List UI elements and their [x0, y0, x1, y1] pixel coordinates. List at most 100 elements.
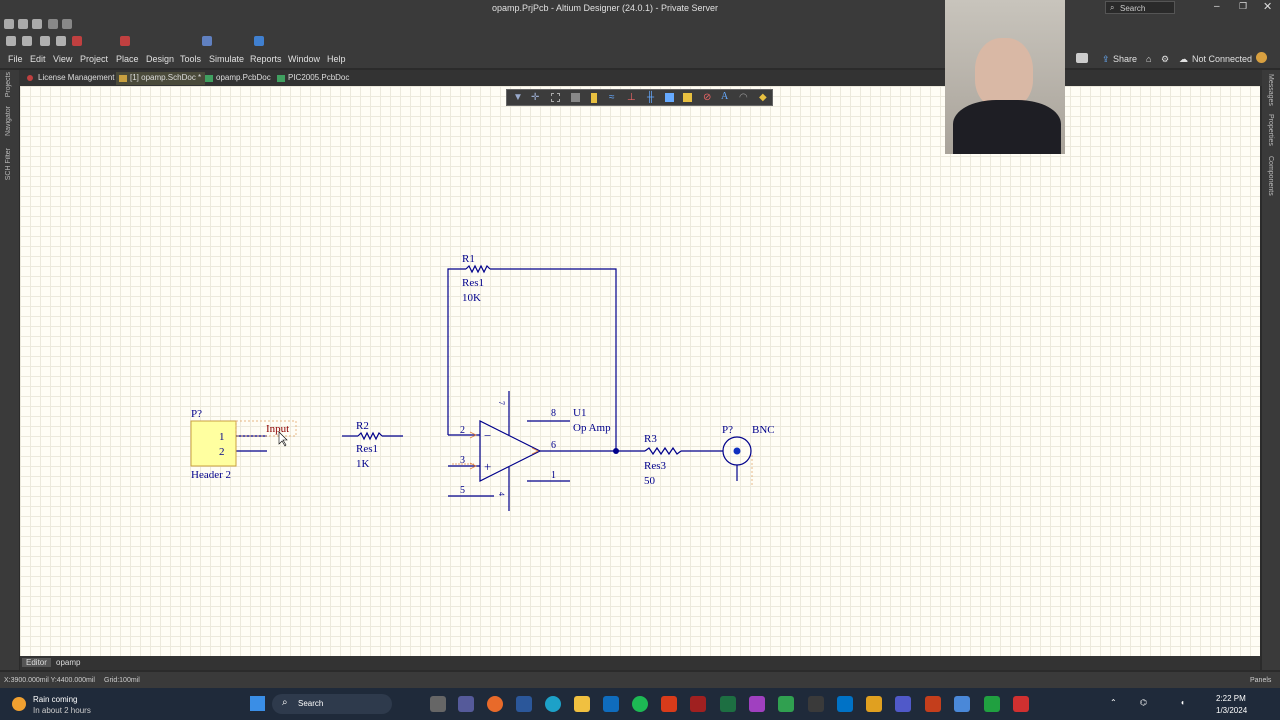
global-search-box[interactable]: ⌕ Search [1105, 1, 1175, 14]
settings-gear-icon[interactable]: ⚙ [1161, 54, 1169, 65]
speaker-icon[interactable]: ◖ [1180, 698, 1185, 707]
taskbar-search-box[interactable]: ⌕ Search [272, 694, 392, 714]
move-icon[interactable]: ✛ [531, 92, 539, 103]
header-comment[interactable]: Header 2 [191, 469, 231, 481]
teams-icon[interactable] [895, 696, 911, 712]
app-red2-icon[interactable] [1013, 696, 1029, 712]
bnc-designator[interactable]: P? [722, 424, 733, 436]
r3-comment[interactable]: Res3 [644, 460, 667, 472]
print-icon[interactable] [40, 36, 50, 46]
edge-icon[interactable] [545, 696, 561, 712]
cross-probe-icon[interactable] [72, 36, 82, 46]
panel-tab-messages[interactable]: Messages [1267, 74, 1274, 106]
bus-icon[interactable]: ╫ [647, 92, 654, 103]
panels-button[interactable]: Panels [1250, 677, 1271, 684]
pdf-icon[interactable] [661, 696, 677, 712]
harness-icon[interactable]: ◆ [759, 92, 767, 103]
connection-status[interactable]: Not Connected [1192, 54, 1252, 64]
wire-icon[interactable]: ≈ [609, 92, 615, 103]
sheet-symbol-icon[interactable] [665, 93, 674, 102]
open-doc-icon[interactable] [6, 36, 16, 46]
tab-pic2005-pcbdoc[interactable]: PIC2005.PcbDoc [274, 72, 353, 85]
filter-icon[interactable] [202, 36, 212, 46]
file-explorer-icon[interactable] [574, 696, 590, 712]
arc-icon[interactable]: ◠ [739, 92, 748, 103]
u1-designator[interactable]: U1 [573, 407, 586, 419]
tab-license-management[interactable]: License Management [24, 72, 119, 85]
header-designator[interactable]: P? [191, 408, 202, 420]
task-view-icon[interactable] [430, 696, 446, 712]
r2-designator[interactable]: R2 [356, 420, 369, 432]
r3-value[interactable]: 50 [644, 475, 656, 487]
redo-icon[interactable] [62, 19, 72, 29]
save-doc-icon[interactable] [22, 36, 32, 46]
menu-window[interactable]: Window [288, 54, 320, 64]
menu-edit[interactable]: Edit [30, 54, 46, 64]
close-button[interactable]: ✕ [1263, 0, 1272, 13]
mail-icon[interactable] [603, 696, 619, 712]
menu-reports[interactable]: Reports [250, 54, 282, 64]
outlook-icon[interactable] [837, 696, 853, 712]
tray-chevron-icon[interactable]: ⌃ [1110, 698, 1117, 707]
app-blue-icon[interactable] [954, 696, 970, 712]
minimize-button[interactable]: – [1214, 1, 1220, 12]
app-icon[interactable] [458, 696, 474, 712]
power-port-icon[interactable]: ⊥ [627, 92, 636, 103]
maximize-button[interactable]: ❐ [1239, 1, 1247, 12]
weather-title[interactable]: Rain coming [33, 695, 77, 704]
menu-help[interactable]: Help [327, 54, 346, 64]
align-icon[interactable] [571, 93, 580, 102]
spotify-icon[interactable] [632, 696, 648, 712]
port-icon[interactable] [683, 93, 692, 102]
menu-design[interactable]: Design [146, 54, 174, 64]
compile-icon[interactable] [254, 36, 264, 46]
undo-icon[interactable] [48, 19, 58, 29]
tab-opamp-pcbdoc[interactable]: opamp.PcbDoc [202, 72, 275, 85]
r1-designator[interactable]: R1 [462, 253, 475, 265]
firefox-icon[interactable] [487, 696, 503, 712]
menu-place[interactable]: Place [116, 54, 139, 64]
r2-comment[interactable]: Res1 [356, 443, 378, 455]
app-red-icon[interactable] [690, 696, 706, 712]
open-icon[interactable] [18, 19, 28, 29]
menu-file[interactable]: File [8, 54, 23, 64]
r1-comment[interactable]: Res1 [462, 277, 484, 289]
start-windows-icon[interactable] [250, 696, 265, 711]
panel-tab-components[interactable]: Components [1267, 156, 1274, 196]
app-green2-icon[interactable] [984, 696, 1000, 712]
panel-tab-navigator[interactable]: Navigator [5, 106, 12, 136]
no-erc-icon[interactable]: ⊘ [703, 92, 711, 103]
user-avatar[interactable] [1256, 52, 1267, 63]
zoom-icon[interactable] [56, 36, 66, 46]
r1-value[interactable]: 10K [462, 292, 481, 304]
menu-project[interactable]: Project [80, 54, 108, 64]
net-label-input[interactable]: Input [266, 423, 289, 435]
u1-comment[interactable]: Op Amp [573, 422, 611, 434]
network-icon[interactable]: ⌬ [1140, 698, 1147, 707]
save-icon[interactable] [32, 19, 42, 29]
select-icon[interactable] [551, 93, 560, 102]
panel-tab-sch-filter[interactable]: SCH Filter [5, 148, 12, 180]
menu-view[interactable]: View [53, 54, 72, 64]
home-icon[interactable]: ⌂ [1146, 54, 1151, 64]
panel-tab-properties[interactable]: Properties [1267, 114, 1274, 146]
excel-icon[interactable] [720, 696, 736, 712]
new-icon[interactable] [4, 19, 14, 29]
app-green-icon[interactable] [778, 696, 794, 712]
schematic-canvas[interactable]: − + R1 Res1 10K R2 Res1 1K R3 Res3 50 U1… [20, 86, 1260, 656]
r3-designator[interactable]: R3 [644, 433, 657, 445]
filter-icon[interactable]: ▼ [513, 92, 523, 103]
panel-tab-projects[interactable]: Projects [5, 72, 12, 97]
chat-icon[interactable] [1076, 53, 1088, 63]
app-purple-icon[interactable] [749, 696, 765, 712]
menu-simulate[interactable]: Simulate [209, 54, 244, 64]
tab-opamp-schdoc[interactable]: [1] opamp.SchDoc * [116, 72, 206, 85]
tab-opamp-sheet[interactable]: opamp [52, 658, 84, 667]
place-part-icon[interactable] [591, 93, 597, 103]
r2-value[interactable]: 1K [356, 458, 370, 470]
powerpoint-icon[interactable] [925, 696, 941, 712]
share-button[interactable]: Share [1113, 54, 1137, 64]
paste-icon[interactable] [120, 36, 130, 46]
text-icon[interactable]: A [721, 91, 728, 102]
bnc-comment[interactable]: BNC [752, 424, 775, 436]
